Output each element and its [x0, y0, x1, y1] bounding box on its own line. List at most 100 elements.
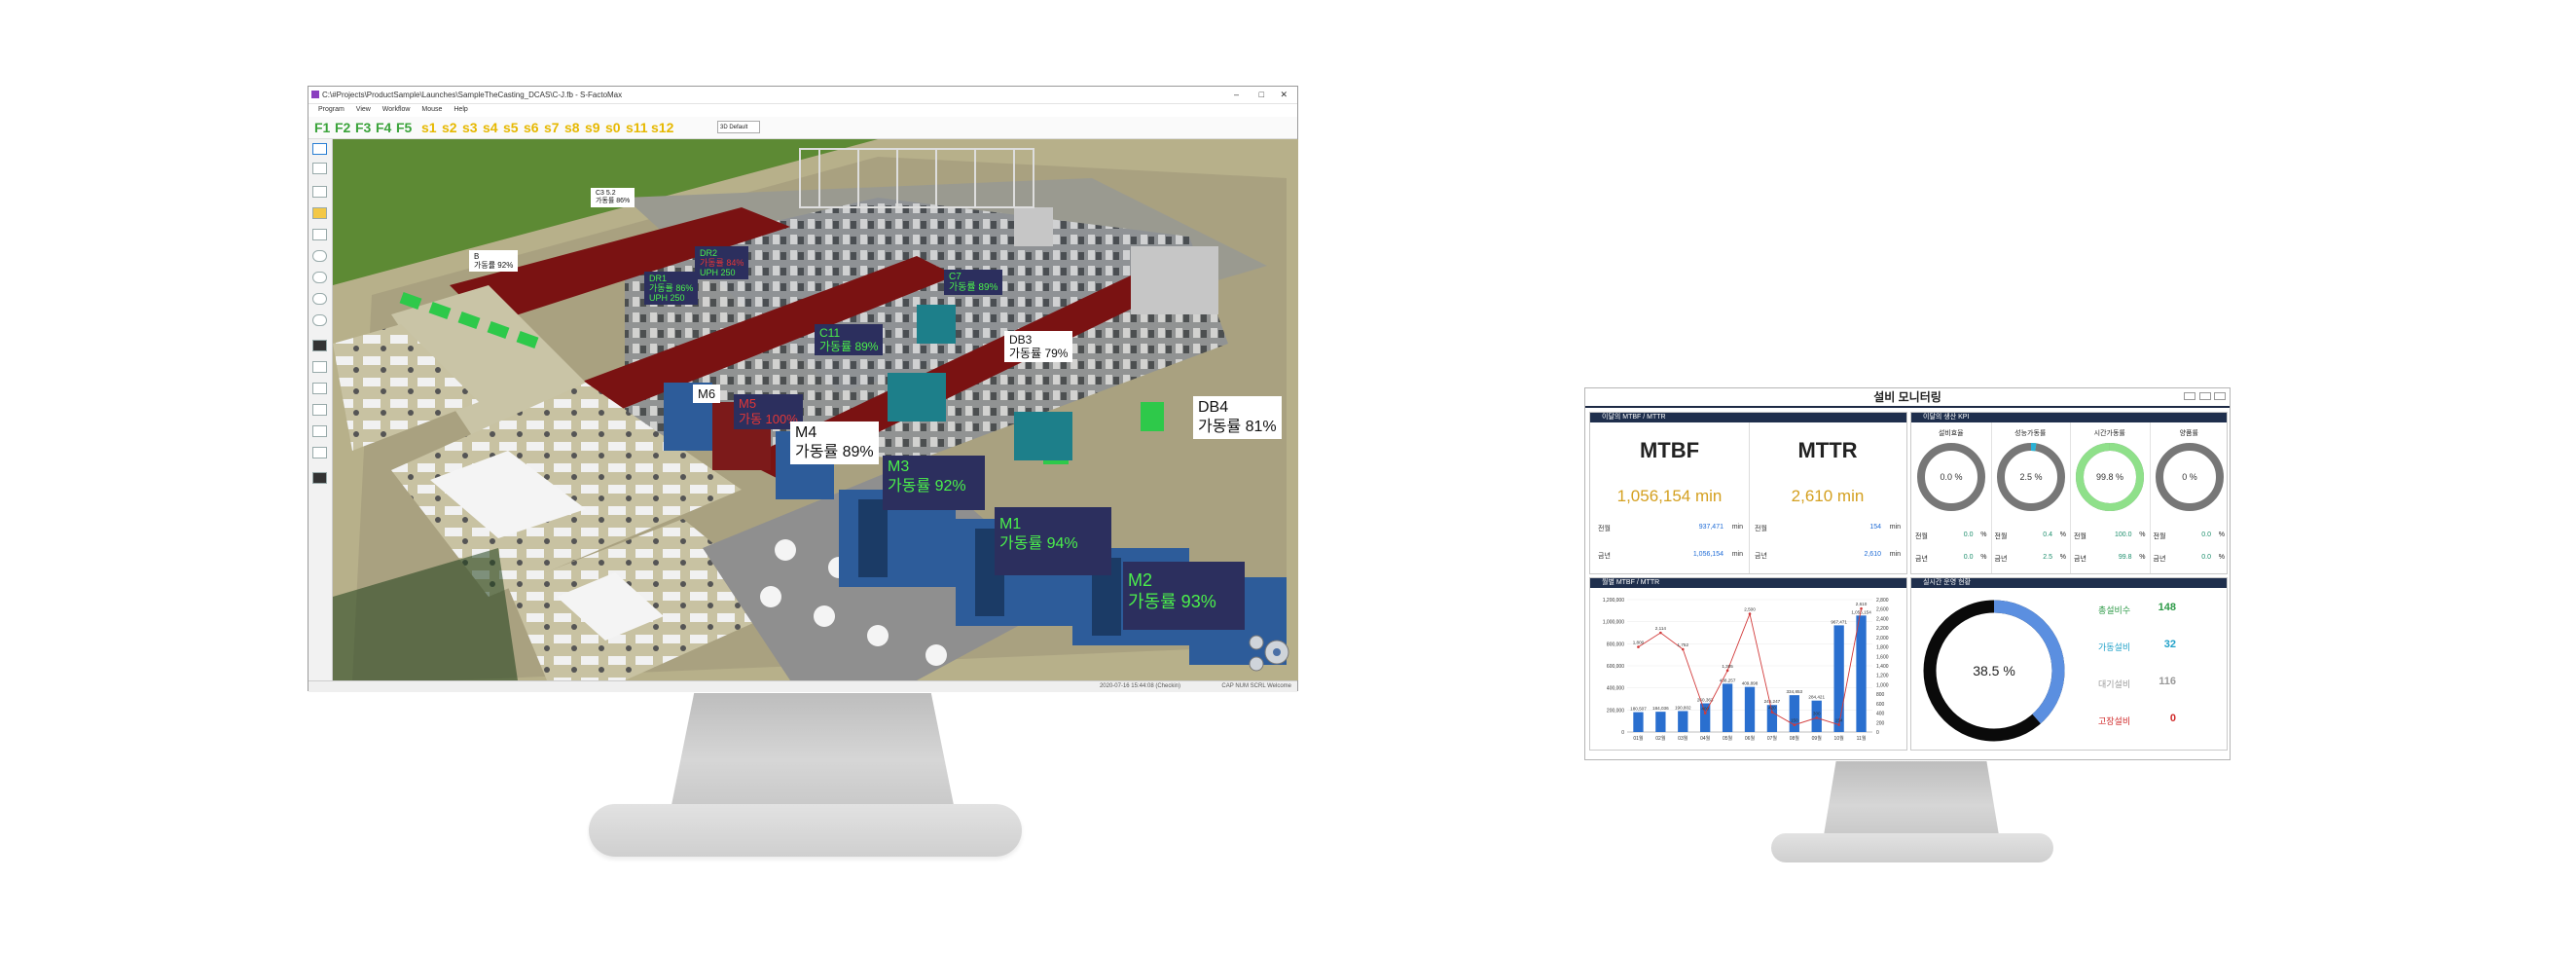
dashboard-close-button[interactable] [2214, 392, 2226, 400]
dashboard-title: 설비 모니터링 [1585, 388, 2230, 408]
menu-view[interactable]: View [356, 106, 371, 113]
grid-icon[interactable] [312, 383, 327, 394]
machine-label-db4[interactable]: DB4 가동률 81% [1193, 396, 1282, 439]
skey-s4-button[interactable]: s4 [483, 120, 498, 135]
link-tool-icon[interactable] [312, 186, 327, 198]
machine-label-m2[interactable]: M2 가동률 93% [1123, 562, 1245, 630]
mttr-point [1793, 723, 1796, 727]
vertical-move-tool-icon[interactable] [312, 163, 327, 174]
dashboard-max-button[interactable] [2198, 392, 2211, 400]
machine-label-b[interactable]: B 가동률 92% [469, 250, 519, 272]
skey-s9-button[interactable]: s9 [585, 120, 600, 135]
left-monitor-stand-neck [671, 693, 954, 805]
close-button[interactable]: ✕ [1280, 87, 1288, 103]
table-icon[interactable] [312, 425, 327, 437]
layer-tool-icon[interactable] [312, 229, 327, 240]
kpi-row-label: 금년 [2153, 556, 2166, 563]
mtbf-bar-label: 180,507 [1630, 707, 1647, 712]
dashboard-min-button[interactable] [2184, 392, 2196, 400]
mttr-point [1725, 669, 1729, 673]
mtbf-card: MTBF 1,056,154 min 전월 937,471 min 금년 1,0… [1590, 422, 1750, 573]
step-icon[interactable] [312, 314, 327, 326]
fkey-f3-button[interactable]: F3 [355, 120, 371, 135]
maximize-button[interactable]: □ [1259, 87, 1264, 103]
table-alt-icon[interactable] [312, 447, 327, 458]
y-tick-label-right: 1,800 [1876, 645, 1889, 651]
machine-label-m1[interactable]: M1 가동률 94% [995, 507, 1111, 575]
machine-label-c11[interactable]: C11 가동률 89% [815, 324, 884, 355]
skey-s11-button[interactable]: s11 [626, 120, 648, 135]
kpi-row-label: 전월 [1915, 533, 1928, 540]
menu-workflow[interactable]: Workflow [382, 106, 411, 113]
status-bar: 2020-07-16 15:44:08 (Checkin) CAP NUM SC… [308, 680, 1297, 692]
y-tick-label-left: 200,000 [1607, 708, 1624, 714]
screenshot-icon[interactable] [312, 361, 327, 373]
mtbf-bar [1856, 615, 1867, 732]
kpi-row-value: 99.8 [2118, 554, 2132, 561]
mtbf-year-unit: min [1731, 551, 1743, 558]
machine-label-name: C3 5.2 [596, 190, 616, 197]
camera-icon[interactable] [312, 340, 327, 351]
navigation-control[interactable] [1248, 631, 1290, 674]
skey-s2-button[interactable]: s2 [442, 120, 457, 135]
fkey-f2-button[interactable]: F2 [335, 120, 350, 135]
skey-s0-button[interactable]: s0 [605, 120, 621, 135]
factory-3d-view[interactable]: B 가동률 92% C3 5.2 가동률 86% DR2 가동률 84% UPH… [333, 139, 1298, 680]
stop-icon[interactable] [312, 293, 327, 305]
menu-mouse[interactable]: Mouse [421, 106, 442, 113]
mtbf-mttr-panel: 이달의 MTBF / MTTR MTBF 1,056,154 min 전월 93… [1589, 412, 1907, 574]
mtbf-bar-label: 190,802 [1675, 705, 1691, 710]
fkey-f4-button[interactable]: F4 [376, 120, 391, 135]
kpi-row-unit: % [2059, 554, 2066, 561]
mttr-year-value: 2,610 [1864, 551, 1881, 558]
export-icon[interactable] [312, 472, 327, 484]
y-tick-label-right: 2,800 [1876, 598, 1889, 604]
x-tick-label: 07월 [1767, 735, 1778, 742]
mttr-year-unit: min [1889, 551, 1901, 558]
horizontal-move-tool-icon[interactable] [312, 143, 327, 155]
y-tick-label-right: 2,600 [1876, 607, 1889, 613]
skey-s6-button[interactable]: s6 [524, 120, 539, 135]
machine-label-m4[interactable]: M4 가동률 89% [790, 422, 879, 464]
status-item: 대기설비 116 [2077, 676, 2223, 691]
y-tick-label-right: 800 [1876, 692, 1885, 698]
machine-label-dr2[interactable]: DR2 가동률 84% UPH 250 [695, 246, 749, 279]
x-tick-label: 11월 [1857, 735, 1867, 742]
skey-s5-button[interactable]: s5 [503, 120, 519, 135]
view-select[interactable]: 3D Default [717, 121, 760, 133]
mtbf-year-label: 금년 [1598, 553, 1611, 560]
kpi-row-label: 금년 [1994, 556, 2008, 563]
folder-icon[interactable] [312, 207, 327, 219]
menu-program[interactable]: Program [318, 106, 345, 113]
machine-label-db3[interactable]: DB3 가동률 79% [1004, 331, 1073, 362]
monthly-chart-panel: 월별 MTBF / MTTR 0 200,000 400,000 600,000 800… [1589, 577, 1907, 751]
minimize-button[interactable]: – [1234, 87, 1239, 103]
pause-icon[interactable] [312, 272, 327, 283]
machine-label-rate: 가동률 89% [819, 340, 879, 353]
skey-s3-button[interactable]: s3 [462, 120, 478, 135]
machine-label-m3[interactable]: M3 가동률 92% [883, 456, 985, 510]
skey-s7-button[interactable]: s7 [544, 120, 560, 135]
section-header-kpi: 이달의 생산 KPI [1911, 413, 2227, 422]
machine-label-c3[interactable]: C3 5.2 가동률 86% [591, 188, 635, 207]
fkey-f1-button[interactable]: F1 [314, 120, 330, 135]
menu-help[interactable]: Help [454, 106, 467, 113]
machine-label-m6[interactable]: M6 [693, 385, 721, 403]
mtbf-bar [1811, 700, 1822, 732]
grid-alt-icon[interactable] [312, 404, 327, 416]
machine-label-name: M1 [999, 516, 1022, 532]
skey-s1-button[interactable]: s1 [421, 120, 437, 135]
play-icon[interactable] [312, 250, 327, 262]
status-list: 총설비수 148 가동설비 32 대기설비 116 고장설비 0 [2077, 596, 2223, 742]
machine-label-rate: 가동률 89% [949, 282, 998, 293]
status-indicators: CAP NUM SCRL Welcome [1221, 683, 1291, 689]
kpi-row-value: 0.0 [1963, 531, 1974, 538]
skey-s8-button[interactable]: s8 [564, 120, 580, 135]
mtbf-bar-label: 245,247 [1764, 699, 1781, 704]
fkey-f5-button[interactable]: F5 [396, 120, 412, 135]
machine-label-dr1[interactable]: DR1 가동률 86% UPH 250 [644, 272, 699, 305]
section-header-monthly: 월별 MTBF / MTTR [1590, 578, 1906, 588]
skey-s12-button[interactable]: s12 [651, 120, 673, 135]
status-item-label: 대기설비 [2098, 679, 2131, 689]
machine-label-c7[interactable]: C7 가동률 89% [944, 270, 1003, 295]
